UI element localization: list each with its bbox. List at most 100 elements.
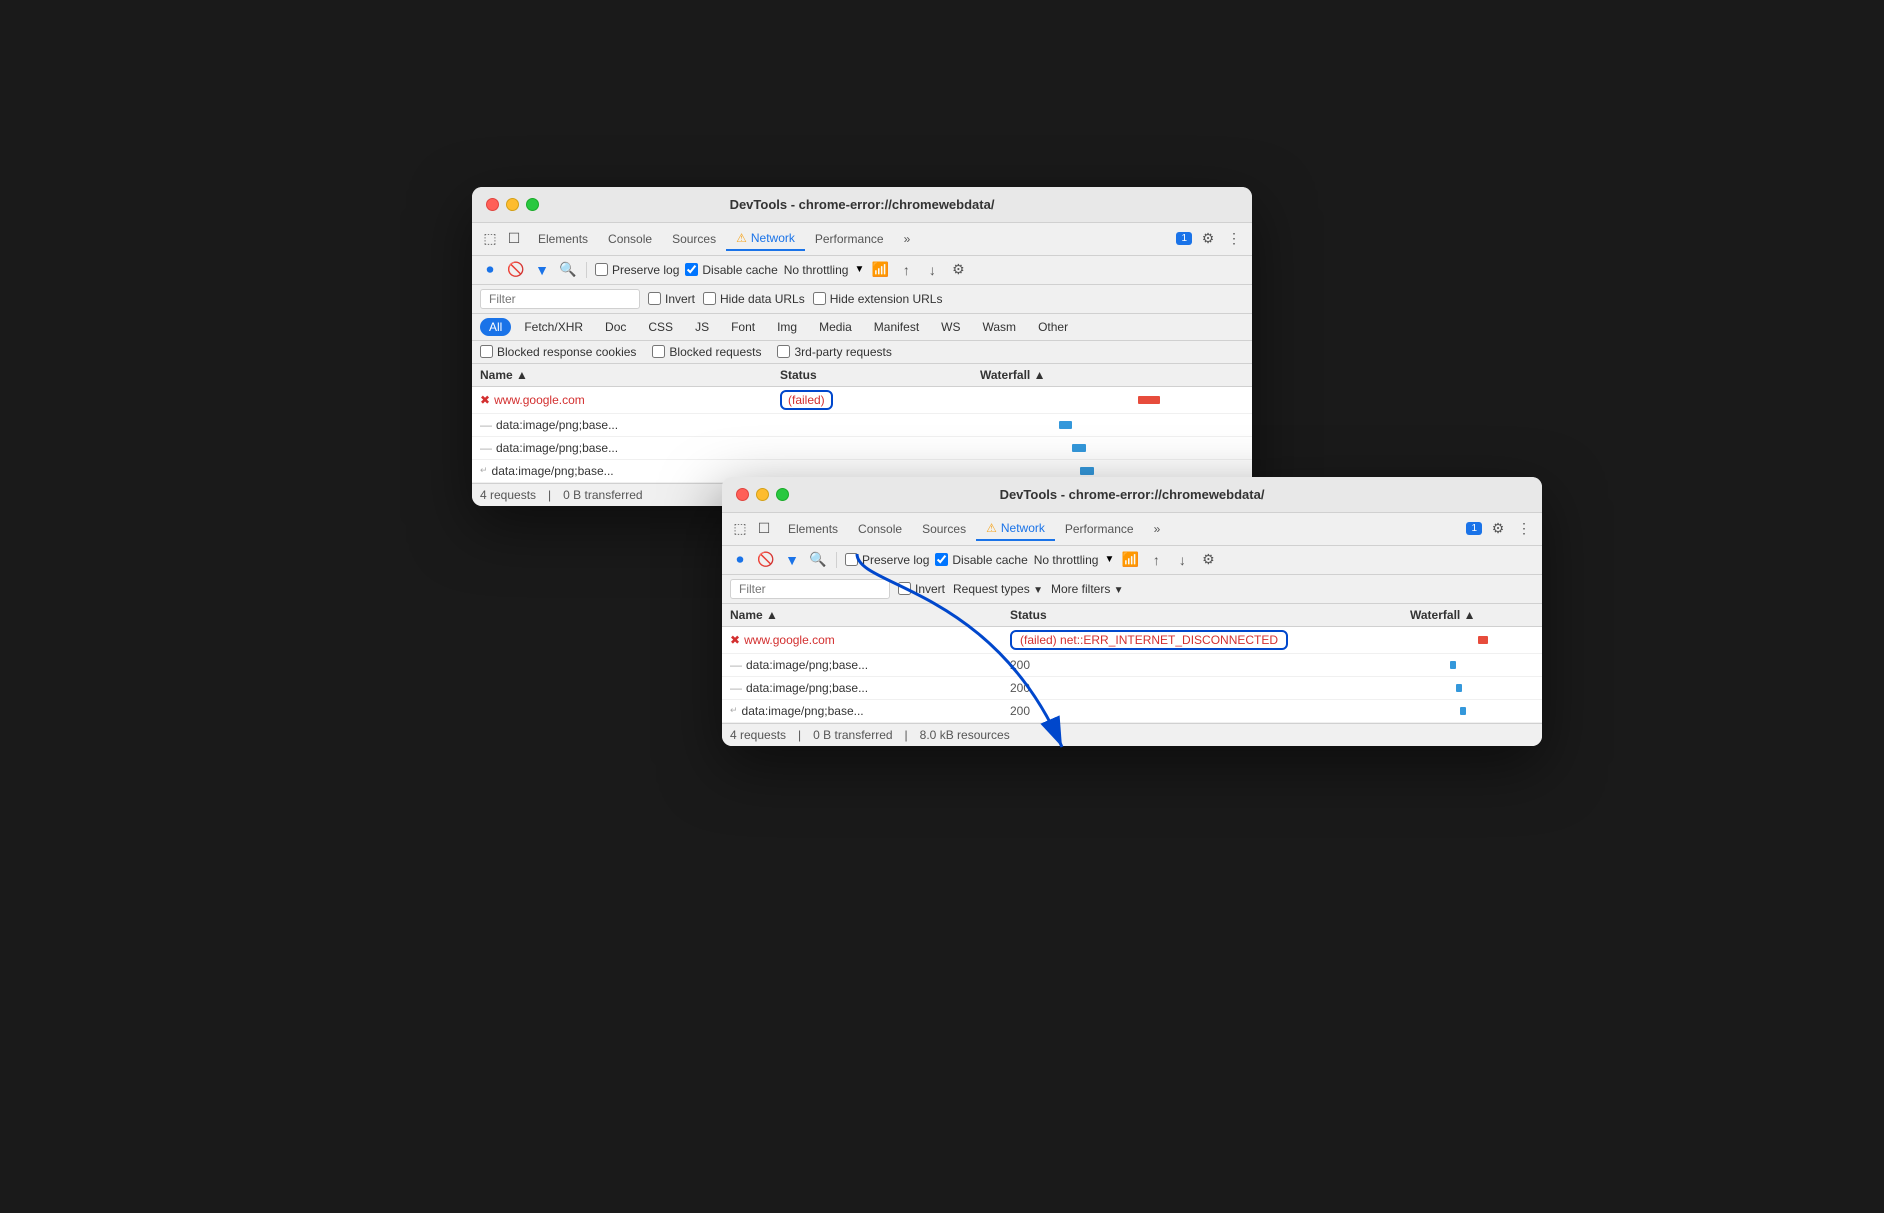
hide-extension-urls-label[interactable]: Hide extension URLs (813, 292, 943, 306)
type-btn-all[interactable]: All (480, 318, 511, 336)
front-search-icon[interactable]: 🔍 (808, 550, 828, 570)
type-btn-wasm[interactable]: Wasm (974, 318, 1026, 336)
tab-console[interactable]: Console (598, 228, 662, 250)
blocked-cookies-label[interactable]: Blocked response cookies (480, 345, 636, 359)
maximize-button[interactable] (526, 198, 539, 211)
front-cursor-icon[interactable]: ⬚ (730, 519, 750, 539)
front-preserve-log-checkbox[interactable] (845, 553, 858, 566)
preserve-log-label[interactable]: Preserve log (595, 263, 679, 277)
back-title-bar: DevTools - chrome-error://chromewebdata/ (472, 187, 1252, 223)
front-tab-console[interactable]: Console (848, 518, 912, 540)
tab-performance[interactable]: Performance (805, 228, 894, 250)
front-minimize-button[interactable] (756, 488, 769, 501)
front-tab-elements[interactable]: Elements (778, 518, 848, 540)
type-btn-manifest[interactable]: Manifest (865, 318, 928, 336)
upload-icon[interactable]: ↑ (896, 260, 916, 280)
blocked-requests-label[interactable]: Blocked requests (652, 345, 761, 359)
tab-network[interactable]: ⚠ Network (726, 227, 805, 251)
table-row[interactable]: ↵ data:image/png;base... 200 (722, 700, 1542, 723)
tab-more[interactable]: » (894, 228, 921, 250)
front-wifi-icon[interactable]: 📶 (1120, 550, 1140, 570)
hide-data-urls-label[interactable]: Hide data URLs (703, 292, 805, 306)
front-tab-sources[interactable]: Sources (912, 518, 976, 540)
tab-elements[interactable]: Elements (528, 228, 598, 250)
invert-checkbox[interactable] (648, 292, 661, 305)
hide-extension-urls-checkbox[interactable] (813, 292, 826, 305)
front-upload-icon[interactable]: ↑ (1146, 550, 1166, 570)
front-disable-cache-checkbox[interactable] (935, 553, 948, 566)
blocked-cookies-checkbox[interactable] (480, 345, 493, 358)
tab-sources[interactable]: Sources (662, 228, 726, 250)
back-filter-input[interactable] (480, 289, 640, 309)
front-filter-input[interactable] (730, 579, 890, 599)
settings-icon[interactable]: ⚙ (1198, 229, 1218, 249)
disable-cache-checkbox[interactable] (685, 263, 698, 276)
table-row[interactable]: ✖ www.google.com (failed) (472, 387, 1252, 414)
request-types-btn[interactable]: Request types ▼ (953, 582, 1043, 596)
preserve-log-checkbox[interactable] (595, 263, 608, 276)
front-throttle-select[interactable]: No throttling (1034, 553, 1099, 567)
front-row-name-text-4: data:image/png;base... (742, 704, 864, 718)
front-device-icon[interactable]: ☐ (754, 519, 774, 539)
search-icon[interactable]: 🔍 (558, 260, 578, 280)
type-btn-font[interactable]: Font (722, 318, 764, 336)
front-throttle-arrow: ▼ (1104, 554, 1114, 565)
type-btn-fetch-xhr[interactable]: Fetch/XHR (515, 318, 592, 336)
table-row[interactable]: — data:image/png;base... (472, 437, 1252, 460)
table-row[interactable]: — data:image/png;base... 200 (722, 654, 1542, 677)
front-maximize-button[interactable] (776, 488, 789, 501)
front-invert-label[interactable]: Invert (898, 582, 945, 596)
table-row[interactable]: — data:image/png;base... 200 (722, 677, 1542, 700)
network-settings-icon[interactable]: ⚙ (948, 260, 968, 280)
front-more-icon[interactable]: ⋮ (1514, 519, 1534, 539)
table-row[interactable]: — data:image/png;base... (472, 414, 1252, 437)
type-btn-img[interactable]: Img (768, 318, 806, 336)
type-btn-doc[interactable]: Doc (596, 318, 635, 336)
type-btn-css[interactable]: CSS (639, 318, 682, 336)
hide-extension-urls-text: Hide extension URLs (830, 292, 943, 306)
device-icon[interactable]: ☐ (504, 229, 524, 249)
hide-data-urls-checkbox[interactable] (703, 292, 716, 305)
back-filter-bar: Invert Hide data URLs Hide extension URL… (472, 285, 1252, 314)
stop-icon[interactable]: ⏺ (480, 260, 500, 280)
row-status-1: (failed) (780, 390, 980, 410)
third-party-checkbox[interactable] (777, 345, 790, 358)
third-party-label[interactable]: 3rd-party requests (777, 345, 891, 359)
type-btn-ws[interactable]: WS (932, 318, 969, 336)
close-button[interactable] (486, 198, 499, 211)
more-filters-btn[interactable]: More filters ▼ (1051, 582, 1124, 596)
front-disable-cache-label[interactable]: Disable cache (935, 553, 1027, 567)
invert-label[interactable]: Invert (648, 292, 695, 306)
back-transferred: 0 B transferred (563, 488, 642, 502)
throttle-select[interactable]: No throttling (784, 263, 849, 277)
front-clear-icon[interactable]: 🚫 (756, 550, 776, 570)
type-btn-other[interactable]: Other (1029, 318, 1077, 336)
front-settings-icon[interactable]: ⚙ (1488, 519, 1508, 539)
type-btn-media[interactable]: Media (810, 318, 861, 336)
front-preserve-log-label[interactable]: Preserve log (845, 553, 929, 567)
front-filter-icon[interactable]: ▼ (782, 550, 802, 570)
front-network-settings-icon[interactable]: ⚙ (1198, 550, 1218, 570)
download-icon[interactable]: ↓ (922, 260, 942, 280)
front-row-name-2: — data:image/png;base... (730, 658, 1010, 672)
filter-icon[interactable]: ▼ (532, 260, 552, 280)
front-tab-network[interactable]: ⚠ Network (976, 517, 1055, 541)
clear-icon[interactable]: 🚫 (506, 260, 526, 280)
disable-cache-label[interactable]: Disable cache (685, 263, 777, 277)
back-status-sep-1: | (548, 488, 551, 502)
front-title-bar: DevTools - chrome-error://chromewebdata/ (722, 477, 1542, 513)
type-btn-js[interactable]: JS (686, 318, 718, 336)
table-row[interactable]: ✖ www.google.com (failed) net::ERR_INTER… (722, 627, 1542, 654)
blocked-requests-checkbox[interactable] (652, 345, 665, 358)
front-tab-performance[interactable]: Performance (1055, 518, 1144, 540)
wifi-icon[interactable]: 📶 (870, 260, 890, 280)
minimize-button[interactable] (506, 198, 519, 211)
front-tab-more[interactable]: » (1144, 518, 1171, 540)
front-invert-checkbox[interactable] (898, 582, 911, 595)
front-download-icon[interactable]: ↓ (1172, 550, 1192, 570)
front-stop-icon[interactable]: ⏺ (730, 550, 750, 570)
cursor-icon[interactable]: ⬚ (480, 229, 500, 249)
more-icon[interactable]: ⋮ (1224, 229, 1244, 249)
front-filter-bar: Invert Request types ▼ More filters ▼ (722, 575, 1542, 604)
front-close-button[interactable] (736, 488, 749, 501)
